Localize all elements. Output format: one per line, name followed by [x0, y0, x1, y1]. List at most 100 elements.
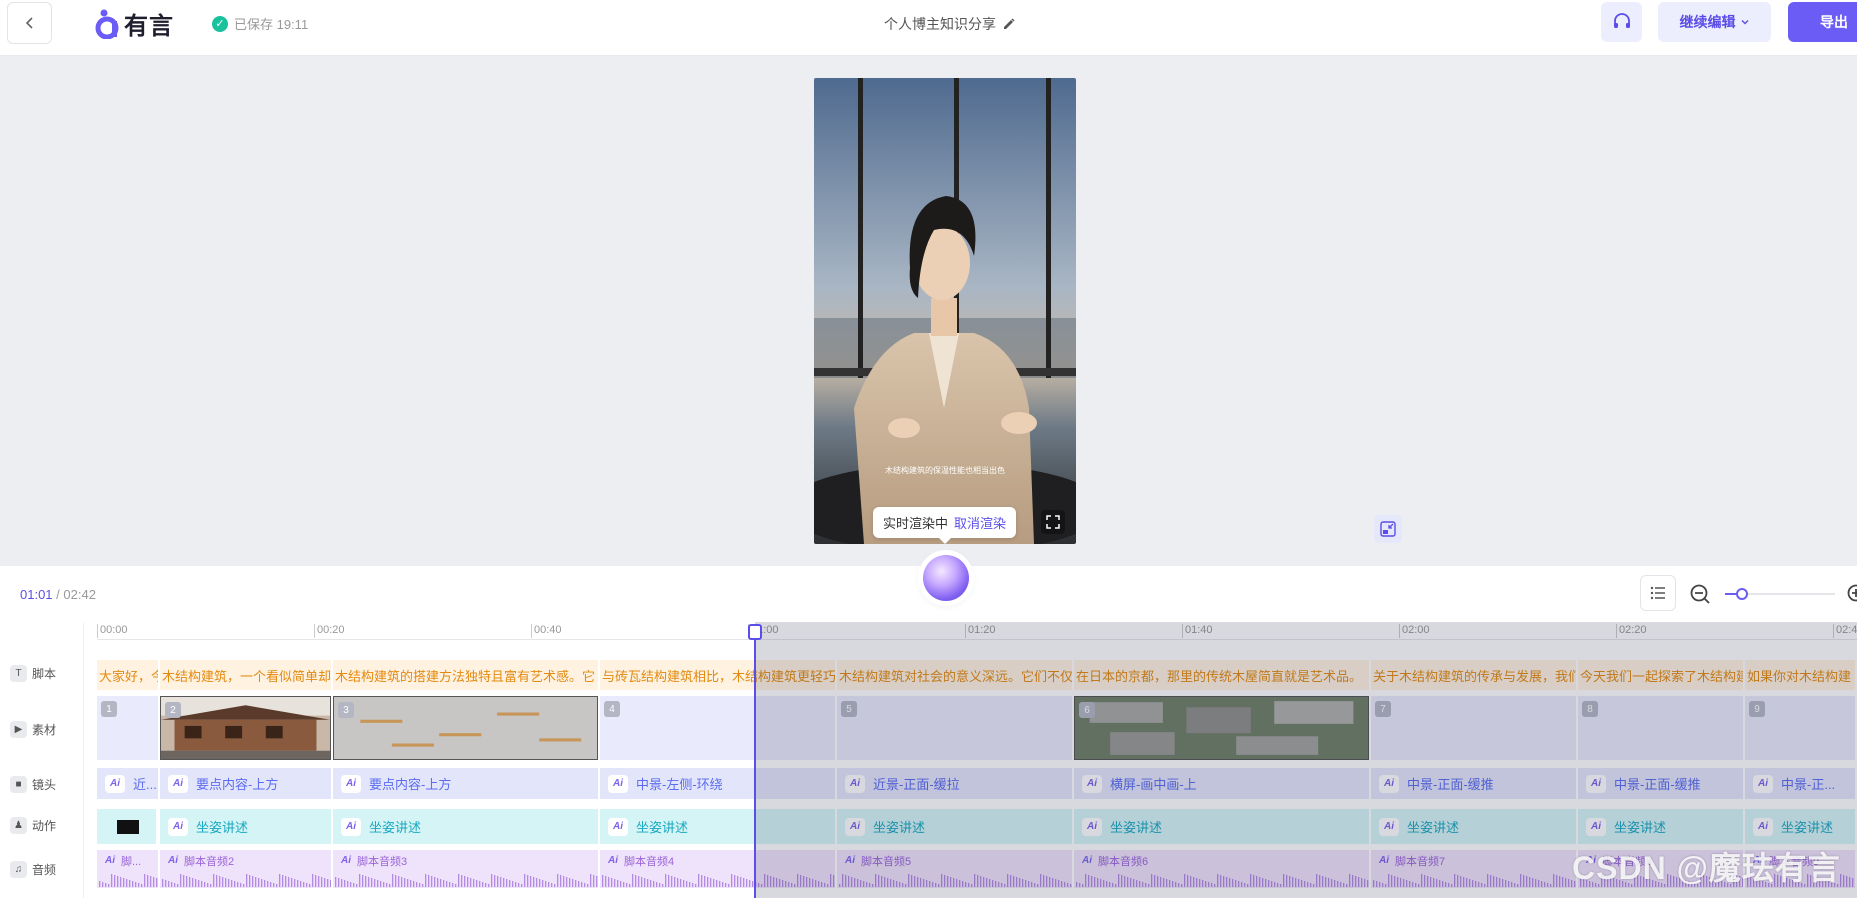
ruler-tick: 01:20 [965, 624, 996, 638]
material-clip[interactable]: 6 [1074, 696, 1369, 760]
back-button[interactable] [7, 2, 52, 44]
camera-clip[interactable]: Ai 中景-正面-缓推 [1578, 768, 1745, 799]
audio-waveform [162, 874, 331, 887]
material-clip[interactable]: 1 [97, 696, 158, 760]
camera-clip[interactable]: Ai 中景-正... [1745, 768, 1857, 799]
track-label-action-text: 动作 [32, 818, 57, 833]
action-clip[interactable]: Ai 坐姿讲述 [333, 809, 600, 844]
fullscreen-icon [1046, 515, 1060, 529]
script-clip[interactable]: 今天我们一起探索了木结构建 [1578, 660, 1743, 690]
playhead-handle[interactable] [748, 624, 762, 640]
audio-clip[interactable]: Ai 脚本音频4 [600, 850, 837, 888]
camera-clip-label: 中景-正... [1781, 777, 1836, 792]
material-thumbnail-shelves [334, 697, 597, 759]
script-clip[interactable]: 如果你对木结构建 [1745, 660, 1855, 690]
script-clip[interactable]: 木结构建筑的搭建方法独特且富有艺术感。它 [333, 660, 598, 690]
audio-waveform [602, 874, 835, 887]
action-clip[interactable]: Ai 坐姿讲述 [600, 809, 837, 844]
script-clip[interactable]: 木结构建筑对社会的意义深远。它们不仅 [837, 660, 1072, 690]
action-clip[interactable]: Ai 坐姿讲述 [160, 809, 333, 844]
ruler-tick: 02:40 [1833, 624, 1857, 638]
action-clip-label: 坐姿讲述 [1614, 820, 1667, 835]
ai-icon: Ai [1082, 774, 1102, 793]
script-clip-text: 关于木结构建筑的传承与发展，我们 [1373, 668, 1576, 684]
zoom-slider-handle[interactable] [1735, 588, 1748, 600]
camera-clip[interactable]: Ai 横屏-画中画-上 [1074, 768, 1371, 799]
material-clip[interactable]: 9 [1745, 696, 1855, 760]
material-clip[interactable]: 5 [837, 696, 1072, 760]
audio-clip[interactable]: Ai 脚本音频2 [160, 850, 333, 888]
audio-clip[interactable]: Ai 脚本音频3 [333, 850, 600, 888]
action-clip[interactable]: Ai 坐姿讲述 [837, 809, 1074, 844]
script-clip[interactable]: 木结构建筑，一个看似简单却 [160, 660, 331, 690]
camera-clip-label: 中景-左侧-环绕 [636, 777, 723, 792]
action-thumbnail-clip[interactable] [97, 809, 158, 844]
material-clip-number: 8 [1582, 701, 1598, 717]
check-icon: ✓ [212, 15, 228, 32]
ai-assistant-orb[interactable] [923, 555, 969, 601]
material-clip[interactable]: 4 [600, 696, 835, 760]
time-ruler[interactable]: 00:00 00:20 00:40 01:00 01:20 01:40 02:00 02:20… [97, 622, 1857, 640]
material-clip[interactable]: 2 [160, 696, 331, 760]
material-clip-number: 9 [1749, 701, 1765, 717]
audio-clip[interactable]: Ai 脚本音频5 [837, 850, 1074, 888]
continue-edit-button[interactable]: 继续编辑 [1658, 2, 1771, 42]
camera-icon: ■ [10, 775, 27, 793]
ai-icon: Ai [608, 774, 628, 793]
pencil-icon[interactable] [1002, 17, 1016, 31]
person-icon: ♟ [10, 816, 27, 834]
audio-waveform [99, 874, 158, 887]
zoom-in-icon[interactable] [1846, 583, 1857, 605]
material-thumbnail-aerial [1075, 697, 1368, 759]
camera-clip[interactable]: Ai 中景-正面-缓推 [1371, 768, 1578, 799]
audio-clip[interactable]: Ai 脚本音频6 [1074, 850, 1371, 888]
fullscreen-button[interactable] [1041, 510, 1065, 534]
camera-clip[interactable]: Ai 要点内容-上方 [333, 768, 600, 799]
track-labels: T 脚本 ▶ 素材 ■ 镜头 ♟ 动作 ♫ 音频 [0, 623, 84, 898]
time-readout: 01:01 / 02:42 [20, 587, 96, 602]
list-icon [1650, 586, 1665, 600]
material-clip-number: 7 [1375, 701, 1391, 717]
ruler-tick: 00:20 [314, 624, 345, 638]
watermark: CSDN @魔珐有言 [1572, 850, 1841, 886]
pip-button[interactable] [1374, 515, 1402, 543]
audio-clip[interactable]: Ai 脚... [97, 850, 160, 888]
camera-clip[interactable]: Ai 要点内容-上方 [160, 768, 333, 799]
project-title-text: 个人博主知识分享 [884, 16, 996, 32]
script-clip[interactable]: 关于木结构建筑的传承与发展，我们 [1371, 660, 1576, 690]
cancel-render-link[interactable]: 取消渲染 [954, 513, 1006, 532]
camera-clip[interactable]: Ai 中景-左侧-环绕 [600, 768, 837, 799]
audio-clip[interactable]: Ai 脚本音频7 [1371, 850, 1578, 888]
script-clip-text: 今天我们一起探索了木结构建 [1580, 668, 1743, 684]
action-clip[interactable]: Ai 坐姿讲述 [1074, 809, 1371, 844]
save-status: ✓ 已保存 19:11 [212, 14, 308, 33]
material-clip[interactable]: 8 [1578, 696, 1743, 760]
video-preview[interactable]: 木结构建筑的保温性能也相当出色 [814, 78, 1076, 544]
list-view-button[interactable] [1640, 575, 1676, 611]
export-button[interactable]: 导出 [1788, 2, 1857, 42]
action-clip-label: 坐姿讲述 [1781, 820, 1834, 835]
script-clip[interactable]: 大家好，今 [97, 660, 158, 690]
script-track: 大家好，今 木结构建筑，一个看似简单却 木结构建筑的搭建方法独特且富有艺术感。它 与砖… [97, 660, 1857, 690]
script-clip-text: 大家好，今 [99, 668, 158, 684]
camera-clip[interactable]: Ai 近景-正面-缓拉 [837, 768, 1074, 799]
camera-clip[interactable]: Ai 近... [97, 768, 160, 799]
material-clip[interactable]: 7 [1371, 696, 1576, 760]
script-clip[interactable]: 与砖瓦结构建筑相比，木结构建筑更轻巧 [600, 660, 835, 690]
track-label-camera-text: 镜头 [32, 777, 57, 792]
support-button[interactable] [1601, 2, 1642, 42]
continue-edit-label: 继续编辑 [1679, 14, 1736, 30]
action-clip-label: 坐姿讲述 [1407, 820, 1460, 835]
action-clip-label: 坐姿讲述 [369, 820, 422, 835]
action-clip[interactable]: Ai 坐姿讲述 [1578, 809, 1745, 844]
project-title[interactable]: 个人博主知识分享 [884, 14, 1016, 34]
zoom-out-icon[interactable] [1689, 583, 1711, 605]
action-clip[interactable]: Ai 坐姿讲述 [1745, 809, 1857, 844]
material-thumbnail-temple [161, 697, 330, 759]
ai-icon: Ai [1082, 854, 1092, 866]
material-clip[interactable]: 3 [333, 696, 598, 760]
zoom-slider[interactable] [1725, 588, 1835, 600]
script-clip[interactable]: 在日本的京都，那里的传统木屋简直就是艺术品。 [1074, 660, 1369, 690]
ai-icon: Ai [105, 854, 115, 866]
action-clip[interactable]: Ai 坐姿讲述 [1371, 809, 1578, 844]
